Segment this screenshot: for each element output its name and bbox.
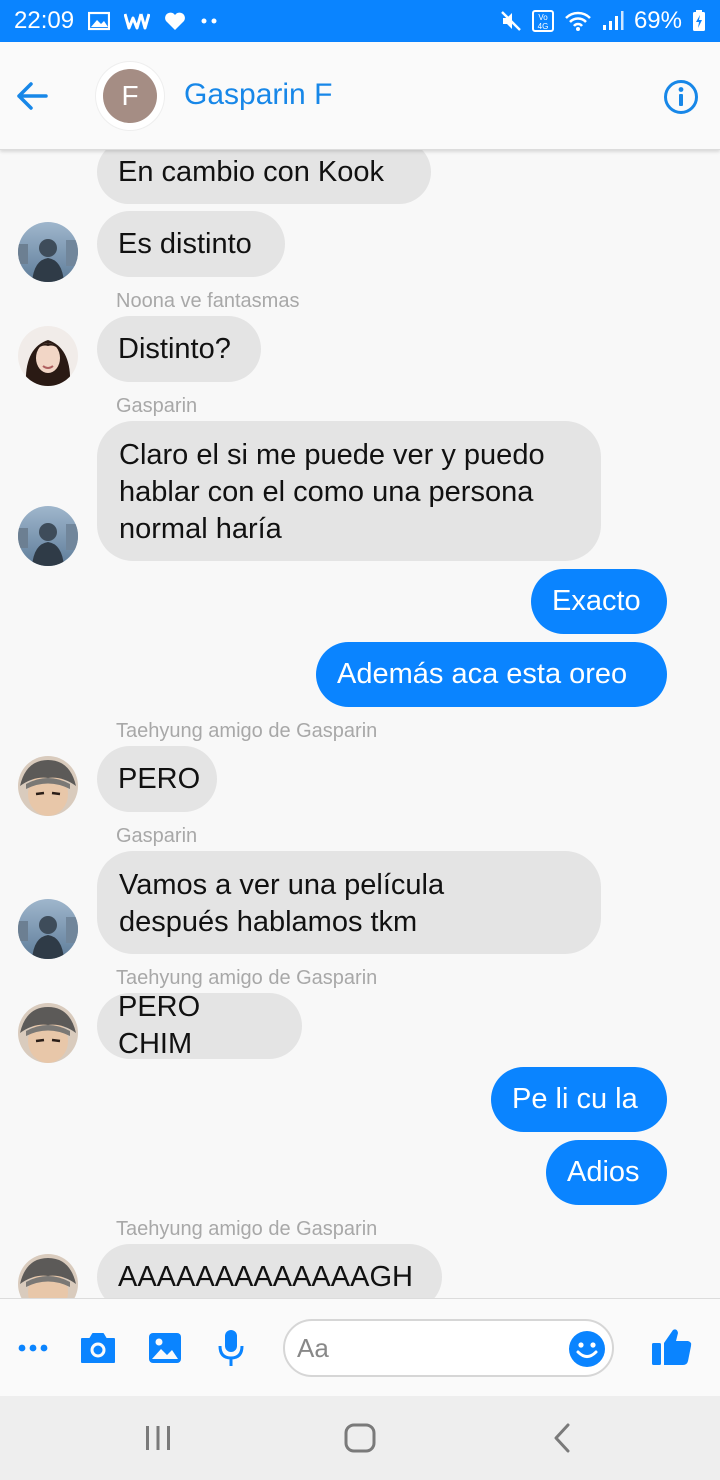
battery-percent: 69% (633, 7, 682, 34)
message-text: En cambio con Kook (118, 155, 384, 188)
gallery-notification-icon (88, 11, 111, 31)
conversation-header: F Gasparin F (0, 42, 720, 150)
composer-bar: Aa (0, 1298, 720, 1396)
contact-name[interactable]: Gasparin F (184, 78, 332, 112)
message-bubble[interactable]: Vamos a ver una película después hablamo… (97, 851, 601, 954)
svg-text:4G: 4G (538, 22, 549, 31)
message-bubble[interactable]: En cambio con Kook (97, 150, 431, 204)
avatar[interactable] (18, 506, 78, 566)
wifi-icon (564, 10, 592, 32)
message-text-line: Claro el si me puede ver y puedo (119, 439, 545, 471)
contact-avatar[interactable]: F (96, 62, 164, 130)
message-text: PERO (118, 762, 201, 795)
sender-name: Gasparin (116, 825, 198, 847)
message-text: Adios (567, 1156, 640, 1188)
more-notifications-icon (200, 17, 218, 25)
message-input[interactable]: Aa (283, 1319, 614, 1377)
like-button[interactable] (648, 1325, 696, 1369)
heart-notification-icon (164, 11, 186, 31)
message-input-placeholder: Aa (297, 1332, 329, 1363)
chevron-left-icon (554, 1423, 570, 1453)
message-bubble[interactable]: PERO CHIM (97, 991, 302, 1060)
recents-icon (146, 1426, 170, 1450)
more-button[interactable] (14, 1329, 52, 1367)
message-list[interactable]: En cambio con Kook Es distinto Noona ve … (0, 150, 720, 1298)
recents-button[interactable] (128, 1416, 188, 1460)
message-text: AAAAAAAAAAAAAGH (118, 1260, 413, 1293)
avatar[interactable] (18, 1003, 78, 1063)
message-bubble[interactable]: Adios (546, 1140, 667, 1205)
message-bubble[interactable]: Además aca esta oreo (316, 642, 667, 707)
gallery-button[interactable] (145, 1329, 185, 1367)
sender-name: Taehyung amigo de Gasparin (116, 967, 378, 989)
avatar-initial: F (103, 69, 157, 123)
message-bubble[interactable]: Pe li cu la (491, 1067, 667, 1132)
message-text: Exacto (552, 585, 641, 617)
message-text: Pe li cu la (512, 1083, 638, 1115)
message-bubble[interactable]: Exacto (531, 569, 667, 634)
emoji-icon (569, 1331, 605, 1367)
arrow-left-icon (17, 82, 48, 110)
microphone-button[interactable] (212, 1326, 250, 1370)
message-bubble[interactable]: PERO (97, 746, 217, 812)
sender-name: Noona ve fantasmas (116, 290, 300, 312)
image-icon (149, 1333, 181, 1363)
message-bubble[interactable]: Claro el si me puede ver y puedo hablar … (97, 421, 601, 561)
system-navigation-bar (0, 1396, 720, 1480)
home-button[interactable] (330, 1416, 390, 1460)
sender-name: Gasparin (116, 395, 198, 417)
signal-icon (602, 10, 624, 32)
sender-name: Taehyung amigo de Gasparin (116, 1218, 378, 1240)
avatar[interactable] (18, 1254, 78, 1298)
message-text-line: después hablamos tkm (119, 906, 418, 938)
volte-icon: Vo 4G (531, 10, 554, 32)
back-button[interactable] (12, 76, 52, 116)
message-text: Es distinto (118, 227, 252, 260)
camera-icon (81, 1333, 115, 1363)
wattpad-notification-icon (124, 11, 151, 31)
info-icon (664, 80, 698, 114)
microphone-icon (218, 1330, 244, 1366)
message-bubble[interactable]: AAAAAAAAAAAAAGH (97, 1244, 442, 1298)
svg-text:Vo: Vo (538, 13, 548, 22)
status-time: 22:09 (14, 7, 75, 34)
emoji-button[interactable] (568, 1330, 606, 1368)
message-text-line: hablar con el como una persona (119, 476, 534, 508)
avatar[interactable] (18, 222, 78, 282)
sender-name: Taehyung amigo de Gasparin (116, 720, 378, 742)
system-back-button[interactable] (532, 1416, 592, 1460)
message-text: Además aca esta oreo (337, 658, 628, 690)
message-bubble[interactable]: Distinto? (97, 316, 261, 382)
message-bubble[interactable]: Es distinto (97, 211, 285, 277)
more-icon (18, 1344, 48, 1352)
info-button[interactable] (662, 78, 700, 116)
message-text-line: Vamos a ver una película (119, 869, 445, 901)
thumbs-up-icon (652, 1329, 692, 1365)
battery-icon (692, 10, 706, 32)
camera-button[interactable] (78, 1329, 118, 1367)
status-bar: 22:09 Vo 4G 69% (0, 0, 720, 42)
home-icon (344, 1423, 376, 1453)
mute-icon (500, 10, 522, 32)
message-text-line: normal haría (119, 513, 282, 545)
message-text: PERO CHIM (118, 991, 201, 1060)
avatar[interactable] (18, 756, 78, 816)
avatar[interactable] (18, 899, 78, 959)
avatar[interactable] (18, 326, 78, 386)
message-text: Distinto? (118, 332, 231, 365)
